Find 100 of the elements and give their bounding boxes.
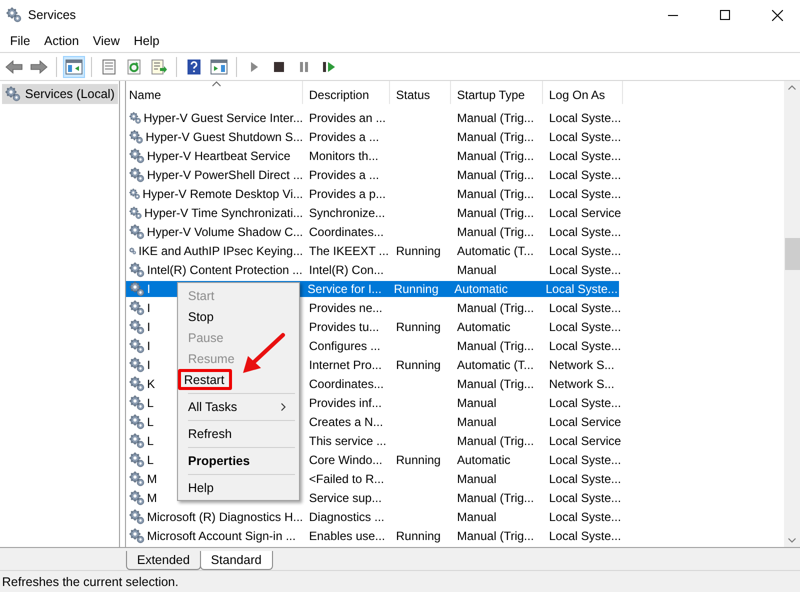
menu-item[interactable]: Restart: [178, 369, 232, 390]
table-cell: Local Syste...: [549, 452, 622, 466]
menu-item[interactable]: File: [3, 34, 38, 48]
table-cell: Automatic (T...: [457, 358, 534, 372]
column-header[interactable]: Startup Type: [451, 81, 543, 104]
table-cell: Local Syste...: [549, 168, 622, 182]
tree-item[interactable]: Services (Local): [2, 84, 118, 104]
column-header[interactable]: Log On As: [543, 81, 623, 104]
table-cell: Creates a N...: [309, 414, 384, 428]
tab[interactable]: Standard: [200, 551, 273, 570]
menu-item[interactable]: Action: [37, 34, 86, 48]
table-cell: Manual: [457, 472, 496, 486]
scroll-down-icon[interactable]: [788, 538, 796, 543]
back-arrow-icon: [5, 60, 23, 74]
table-cell: I: [147, 300, 150, 314]
forward-arrow-icon: [30, 60, 48, 74]
table-cell: Local Syste...: [549, 262, 622, 276]
table-cell: Local Syste...: [546, 282, 618, 296]
table-cell: Microsoft Account Sign-in ...: [147, 528, 296, 542]
table-cell: Service for I...: [308, 282, 382, 296]
table-cell: Running: [396, 244, 441, 258]
table-cell: L: [147, 396, 154, 410]
table-cell: Manual (Trig...: [457, 168, 534, 182]
column-header[interactable]: Status: [390, 81, 451, 104]
table-cell: I: [147, 320, 150, 334]
gear-icon: [129, 356, 145, 372]
table-cell: Synchronize...: [309, 206, 386, 220]
table-cell: Local Syste...: [549, 300, 622, 314]
table-cell: Local Service: [549, 414, 622, 428]
menu-item[interactable]: All Tasks: [184, 396, 296, 417]
gear-icon: [129, 148, 145, 164]
table-cell: Network S...: [549, 376, 614, 390]
gear-icon: [129, 128, 144, 144]
table-cell: Automatic: [457, 452, 510, 466]
table-cell: Local Syste...: [549, 490, 622, 504]
menu-item[interactable]: Help: [184, 477, 296, 498]
menu-item[interactable]: Help: [126, 34, 166, 48]
gear-icon: [129, 508, 145, 524]
gear-icon: [129, 110, 142, 126]
gear-icon: [129, 300, 145, 316]
table-cell: Provides a p...: [309, 186, 386, 200]
table-cell: Local Syste...: [549, 528, 622, 542]
column-header[interactable]: Description: [303, 81, 390, 104]
table-cell: Provides an ...: [309, 110, 386, 124]
table-cell: Hyper-V Time Synchronizati...: [144, 206, 303, 220]
menu-item[interactable]: Stop: [184, 306, 296, 327]
menu-item[interactable]: View: [86, 34, 127, 48]
scroll-up-icon[interactable]: [788, 85, 796, 90]
properties-icon: [101, 58, 117, 74]
table-cell: Manual (Trig...: [457, 338, 534, 352]
table-cell: Running: [396, 320, 441, 334]
refresh-icon: [126, 58, 142, 74]
table-cell: Local Syste...: [549, 244, 622, 258]
table-cell: The IKEEXT ...: [309, 244, 389, 258]
table-cell: Manual (Trig...: [457, 186, 534, 200]
scroll-thumb[interactable]: [784, 238, 800, 270]
pointer-arrow: [240, 332, 286, 376]
stop-icon: [273, 60, 285, 74]
table-cell: Local Service: [549, 434, 622, 448]
pause-icon: [298, 60, 310, 74]
gear-icon: [129, 414, 145, 430]
column-header[interactable]: Name: [126, 81, 303, 104]
gear-icon: [129, 432, 145, 448]
table-cell: Provides a ...: [309, 168, 380, 182]
table-cell: Microsoft (R) Diagnostics H...: [146, 510, 303, 524]
menu-item[interactable]: Properties: [184, 450, 296, 471]
table-cell: Manual: [457, 414, 496, 428]
table-cell: Monitors th...: [309, 148, 378, 162]
table-cell: Enables use...: [309, 528, 386, 542]
table-cell: Hyper-V Guest Service Inter...: [144, 110, 303, 124]
table-cell: Manual (Trig...: [457, 490, 534, 504]
table-cell: Provides a ...: [309, 130, 380, 144]
table-cell: L: [147, 434, 154, 448]
gear-icon: [129, 338, 145, 354]
table-cell: K: [147, 376, 156, 390]
gear-icon: [129, 186, 140, 202]
table-cell: Provides tu...: [309, 320, 380, 334]
table-cell: Automatic (T...: [457, 244, 534, 258]
table-cell: Running: [394, 282, 439, 296]
sort-caret-icon: [212, 81, 221, 87]
console-tree-icon: [65, 58, 83, 74]
table-cell: Internet Pro...: [309, 358, 382, 372]
gear-icon: [129, 394, 145, 410]
gear-icon: [5, 86, 21, 102]
table-cell: Running: [396, 528, 441, 542]
table-cell: Hyper-V PowerShell Direct ...: [146, 168, 303, 182]
tab[interactable]: Extended: [126, 551, 201, 570]
table-cell: Manual (Trig...: [457, 528, 534, 542]
menu-item[interactable]: Refresh: [184, 423, 296, 444]
table-cell: Automatic: [454, 282, 508, 296]
export-list-icon: [150, 58, 168, 74]
table-cell: Core Windo...: [309, 452, 382, 466]
table-cell: IKE and AuthIP IPsec Keying...: [138, 244, 303, 258]
table-cell: This service ...: [309, 434, 386, 448]
table-cell: Local Syste...: [549, 472, 622, 486]
scrollbar[interactable]: [784, 81, 800, 547]
table-cell: Manual: [457, 396, 496, 410]
window-title: Services: [28, 8, 77, 22]
help-icon: [187, 58, 201, 74]
table-cell: Network S...: [549, 358, 614, 372]
